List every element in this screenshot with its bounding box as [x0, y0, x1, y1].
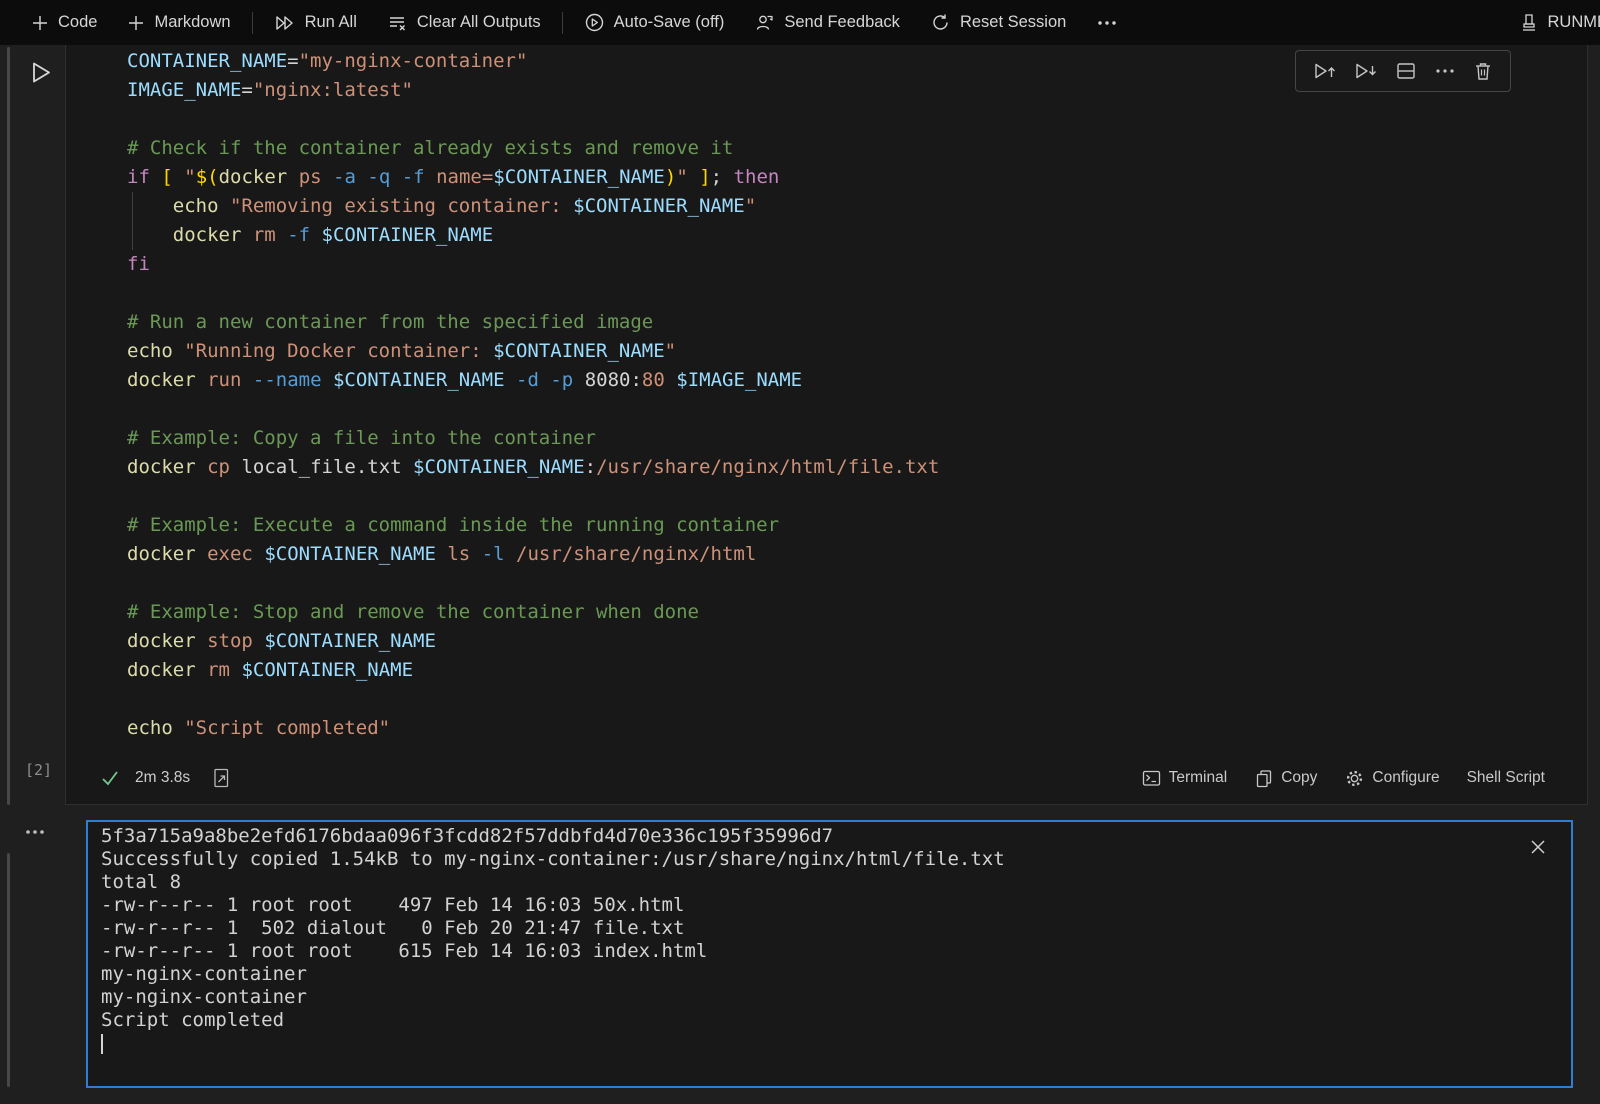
code-line [127, 685, 1587, 714]
code-line: echo "Script completed" [127, 714, 1587, 743]
output-line: my-nginx-container [101, 963, 1005, 986]
output-line: my-nginx-container [101, 986, 1005, 1009]
run-all-label: Run All [305, 13, 357, 32]
code-line: docker stop $CONTAINER_NAME [127, 627, 1587, 656]
plus-icon [127, 14, 145, 32]
execution-count: [2] [25, 761, 52, 779]
toolbar-separator [562, 12, 563, 34]
output-line: Script completed [101, 1009, 1005, 1032]
terminal-cursor [101, 1034, 103, 1054]
reset-session-button[interactable]: Reset Session [915, 0, 1081, 45]
code-line: docker rm $CONTAINER_NAME [127, 656, 1587, 685]
code-line: # Example: Execute a command inside the … [127, 511, 1587, 540]
cell-focus-bar[interactable] [7, 47, 10, 805]
ellipsis-icon [1096, 19, 1118, 27]
kernel-language-label: Shell Script [1467, 769, 1545, 787]
auto-save-toggle[interactable]: Auto-Save (off) [569, 0, 740, 45]
configure-action[interactable]: Configure [1344, 768, 1439, 789]
cell-output: 5f3a715a9a8be2efd6176bdaa096f3fcdd82f57d… [86, 820, 1573, 1088]
output-line: Successfully copied 1.54kB to my-nginx-c… [101, 848, 1005, 871]
output-line: -rw-r--r-- 1 root root 615 Feb 14 16:03 … [101, 940, 1005, 963]
reset-session-icon [930, 12, 951, 33]
split-cell-button[interactable] [1394, 60, 1418, 82]
code-line: docker rm -f $CONTAINER_NAME [127, 221, 1587, 250]
code-line: # Run a new container from the specified… [127, 308, 1587, 337]
code-line: docker exec $CONTAINER_NAME ls -l /usr/s… [127, 540, 1587, 569]
copy-icon [1254, 768, 1274, 789]
save-output-file-icon[interactable] [211, 767, 231, 789]
toolbar-separator [252, 12, 253, 34]
cell-toolbar [1295, 50, 1511, 92]
copy-label: Copy [1281, 769, 1317, 787]
send-feedback-icon [754, 12, 775, 33]
reset-session-label: Reset Session [960, 13, 1066, 32]
execution-duration: 2m 3.8s [135, 769, 190, 787]
runme-logo-icon [1519, 12, 1539, 34]
clear-all-outputs-button[interactable]: Clear All Outputs [372, 0, 556, 45]
code-line: echo "Running Docker container: $CONTAIN… [127, 337, 1587, 366]
success-check-icon [100, 768, 120, 788]
run-all-icon [274, 13, 296, 33]
output-line: 5f3a715a9a8be2efd6176bdaa096f3fcdd82f57d… [101, 825, 1005, 848]
add-markdown-cell-button[interactable]: Markdown [112, 0, 245, 45]
add-code-cell-button[interactable]: Code [16, 0, 112, 45]
terminal-action[interactable]: Terminal [1141, 768, 1228, 788]
code-line [127, 279, 1587, 308]
code-line: docker run --name $CONTAINER_NAME -d -p … [127, 366, 1587, 395]
send-feedback-label: Send Feedback [784, 13, 900, 32]
execute-below-button[interactable] [1353, 60, 1377, 82]
terminal-icon [1141, 768, 1162, 788]
notebook-window: Code Markdown Run All Clear All Outputs [0, 0, 1600, 1104]
more-actions-button[interactable] [1435, 68, 1455, 74]
gear-icon [1344, 768, 1365, 789]
add-code-label: Code [58, 13, 97, 32]
clear-all-outputs-label: Clear All Outputs [417, 13, 541, 32]
code-line: # Example: Copy a file into the containe… [127, 424, 1587, 453]
delete-cell-button[interactable] [1472, 60, 1494, 82]
output-line: total 8 [101, 871, 1005, 894]
run-cell-button[interactable] [27, 59, 54, 91]
notebook-toolbar: Code Markdown Run All Clear All Outputs [0, 0, 1600, 45]
code-editor[interactable]: CONTAINER_NAME="my-nginx-container"IMAGE… [66, 45, 1587, 743]
send-feedback-button[interactable]: Send Feedback [739, 0, 915, 45]
add-markdown-label: Markdown [154, 13, 230, 32]
output-focus-bar[interactable] [7, 853, 10, 1087]
code-line: # Check if the container already exists … [127, 134, 1587, 163]
code-line [127, 569, 1587, 598]
code-line [127, 105, 1587, 134]
copy-action[interactable]: Copy [1254, 768, 1317, 789]
code-line: if [ "$(docker ps -a -q -f name=$CONTAIN… [127, 163, 1587, 192]
code-line: docker cp local_file.txt $CONTAINER_NAME… [127, 453, 1587, 482]
close-output-button[interactable] [1529, 838, 1547, 861]
code-line [127, 482, 1587, 511]
run-all-button[interactable]: Run All [259, 0, 372, 45]
toolbar-more-actions-button[interactable] [1081, 0, 1133, 45]
output-menu-button[interactable] [24, 823, 46, 841]
output-terminal-text: 5f3a715a9a8be2efd6176bdaa096f3fcdd82f57d… [101, 825, 1005, 1055]
output-line: -rw-r--r-- 1 root root 497 Feb 14 16:03 … [101, 894, 1005, 917]
output-cursor-line [101, 1032, 1005, 1055]
code-line [127, 395, 1587, 424]
configure-label: Configure [1372, 769, 1439, 787]
execute-above-button[interactable] [1312, 60, 1336, 82]
runme-label: RUNME [1548, 13, 1600, 32]
auto-save-label: Auto-Save (off) [614, 13, 725, 32]
plus-icon [31, 14, 49, 32]
code-line: fi [127, 250, 1587, 279]
kernel-language-picker[interactable]: Shell Script [1467, 769, 1545, 787]
terminal-label: Terminal [1169, 769, 1228, 787]
code-line: # Example: Stop and remove the container… [127, 598, 1587, 627]
code-line: echo "Removing existing container: $CONT… [127, 192, 1587, 221]
runme-brand-button[interactable]: RUNME [1504, 0, 1600, 45]
output-line: -rw-r--r-- 1 502 dialout 0 Feb 20 21:47 … [101, 917, 1005, 940]
clear-outputs-icon [387, 13, 408, 33]
cell-status-bar: 2m 3.8s Terminal [66, 752, 1587, 804]
auto-save-icon [584, 12, 605, 33]
notebook-body: [2] CONTAINER_NAME="my-nginx-container"I… [0, 45, 1600, 1104]
code-cell: CONTAINER_NAME="my-nginx-container"IMAGE… [65, 45, 1588, 805]
